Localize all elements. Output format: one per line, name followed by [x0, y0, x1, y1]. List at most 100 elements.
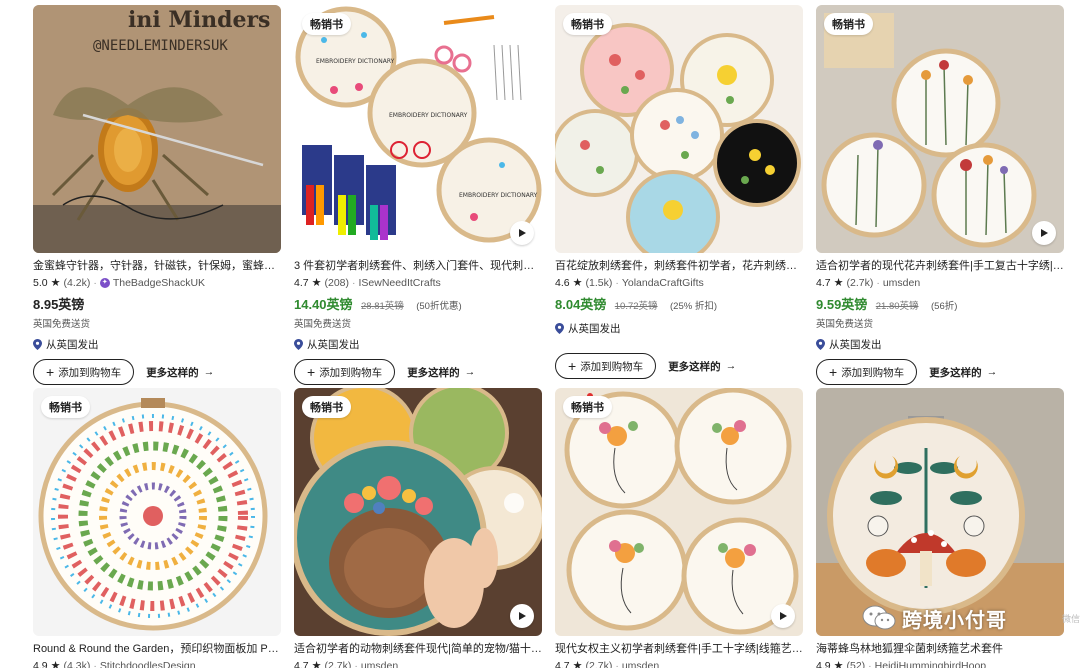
star-icon: ★	[572, 277, 583, 289]
map-pin-icon	[294, 339, 303, 350]
seller-name[interactable]: TheBadgeShackUK	[113, 277, 205, 289]
more-like-this-link[interactable]: 更多这样的 →	[407, 365, 475, 380]
product-price: 8.95英镑	[33, 297, 85, 312]
bestseller-badge: 畅销书	[824, 13, 873, 35]
original-price: 10.72英镑	[614, 301, 658, 312]
discount-label: (56折)	[931, 301, 958, 312]
original-price: 28.81英镑	[361, 301, 404, 312]
product-image[interactable]: 畅销书	[555, 5, 803, 253]
star-seller-icon: ✦	[99, 277, 110, 288]
seller-name[interactable]: umsden	[361, 660, 398, 668]
rating-score: 4.6	[555, 276, 570, 289]
product-title[interactable]: 3 件套初学者刺绣套件、刺绣入门套件、现代刺绣…	[294, 259, 542, 273]
review-count: (2.7k)	[324, 659, 352, 668]
card-actions: + 添加到购物车 更多这样的 →	[294, 359, 542, 385]
discount-label: (50折优惠)	[416, 301, 462, 312]
price-row: 14.40英镑 28.81英镑 (50折优惠)	[294, 294, 542, 314]
star-icon: ★	[311, 660, 322, 668]
plus-icon: +	[568, 358, 577, 374]
play-video-button[interactable]	[1032, 221, 1056, 245]
add-to-cart-button[interactable]: + 添加到购物车	[555, 353, 657, 379]
star-icon: ★	[833, 660, 844, 668]
rating-score: 5.0	[33, 276, 48, 289]
more-like-this-label: 更多这样的	[668, 360, 721, 373]
seller-name[interactable]: umsden	[883, 277, 920, 289]
plus-icon: +	[829, 364, 838, 380]
price-row: 9.59英镑 21.80英镑 (56折)	[816, 294, 1064, 314]
wechat-icon	[862, 605, 896, 630]
seller-name[interactable]: StitchdoodlesDesign	[100, 660, 196, 668]
ships-from-label: 从英国发出	[568, 323, 621, 335]
product-card[interactable]: EMBROIDERY DICTIONARY EMBROIDERY DICTION…	[294, 5, 542, 385]
play-video-button[interactable]	[510, 604, 534, 628]
product-card[interactable]: 畅销书 适合初学者的现代花卉刺绣套件|手工复古十字绣|… 4.7 ★ (2.7k…	[816, 5, 1064, 385]
svg-text:EMBROIDERY DICTIONARY: EMBROIDERY DICTIONARY	[459, 192, 538, 199]
play-video-button[interactable]	[510, 221, 534, 245]
seller-name[interactable]: YolandaCraftGifts	[622, 277, 704, 289]
ships-from-label: 从英国发出	[307, 339, 360, 351]
star-icon: ★	[50, 660, 61, 668]
product-title[interactable]: Round & Round the Garden，预印织物面板加 P…	[33, 642, 281, 656]
arrow-right-icon: →	[464, 366, 476, 378]
rating-score: 4.9	[33, 659, 48, 668]
more-like-this-label: 更多这样的	[407, 366, 460, 379]
product-card[interactable]: ini Minders @NEEDLEMINDERSUK 金蜜蜂守针器，守针器，…	[33, 5, 281, 385]
review-count: (4.3k)	[63, 659, 91, 668]
more-like-this-link[interactable]: 更多这样的 →	[146, 365, 214, 380]
more-like-this-link[interactable]: 更多这样的 →	[668, 359, 736, 374]
rating-score: 4.7	[294, 659, 309, 668]
play-video-button[interactable]	[771, 604, 795, 628]
product-title[interactable]: 海蒂蜂鸟林地狐狸伞菌刺绣箍艺术套件	[816, 642, 1064, 656]
card-actions: + 添加到购物车 更多这样的 →	[33, 359, 281, 385]
separator-dot: ·	[354, 659, 358, 668]
sale-price: 8.04英镑	[555, 297, 607, 312]
product-card[interactable]: 畅销书 适合初学者的动物刺绣套件现代|简单的宠物/猫十… 4.7 ★ (2.7k…	[294, 388, 542, 668]
star-icon: ★	[50, 277, 61, 289]
product-card[interactable]: 畅销书 现代女权主义初学者刺绣套件|手工十字绣|线箍艺… 4.7 ★ (2.7k…	[555, 388, 803, 668]
plus-icon: +	[307, 364, 316, 380]
product-rating: 4.7 ★ (2.7k) · umsden	[555, 659, 803, 668]
add-to-cart-label: 添加到购物车	[580, 360, 644, 373]
arrow-right-icon: →	[986, 366, 998, 378]
product-title[interactable]: 适合初学者的动物刺绣套件现代|简单的宠物/猫十…	[294, 642, 542, 656]
product-card[interactable]: 畅销书 百花绽放刺绣套件，刺绣套件初学者，花卉刺绣套… 4.6 ★ (1.5k)…	[555, 5, 803, 379]
watermark-side-text: 微信	[1061, 614, 1080, 624]
svg-text:@NEEDLEMINDERSUK: @NEEDLEMINDERSUK	[93, 38, 228, 54]
play-icon	[780, 612, 787, 620]
star-icon: ★	[311, 277, 322, 289]
original-price: 21.80英镑	[875, 301, 919, 312]
seller-name[interactable]: ISewNeedItCrafts	[359, 277, 441, 289]
rating-score: 4.7	[555, 659, 570, 668]
product-image[interactable]: 畅销书	[555, 388, 803, 636]
seller-name[interactable]: umsden	[622, 660, 659, 668]
seller-name[interactable]: HeidiHummingbirdHoop	[875, 660, 986, 668]
play-icon	[1041, 229, 1048, 237]
product-title[interactable]: 现代女权主义初学者刺绣套件|手工十字绣|线箍艺…	[555, 642, 803, 656]
more-like-this-link[interactable]: 更多这样的 →	[929, 365, 997, 380]
star-icon: ★	[833, 277, 844, 289]
product-rating: 4.7 ★ (208) · ISewNeedItCrafts	[294, 276, 542, 290]
product-title[interactable]: 金蜜蜂守针器，守针器，针磁铁，针保姆，蜜蜂守…	[33, 259, 281, 273]
map-pin-icon	[555, 323, 564, 334]
review-count: (1.5k)	[585, 276, 613, 289]
add-to-cart-button[interactable]: + 添加到购物车	[816, 359, 918, 385]
product-image[interactable]: EMBROIDERY DICTIONARY EMBROIDERY DICTION…	[294, 5, 542, 253]
add-to-cart-button[interactable]: + 添加到购物车	[294, 359, 396, 385]
watermark: 跨境小付哥	[862, 600, 1080, 636]
product-image[interactable]: 畅销书	[294, 388, 542, 636]
add-to-cart-button[interactable]: + 添加到购物车	[33, 359, 135, 385]
product-image[interactable]	[816, 388, 1064, 636]
product-image[interactable]: ini Minders @NEEDLEMINDERSUK	[33, 5, 281, 253]
bestseller-badge: 畅销书	[302, 396, 351, 418]
ships-from: 从英国发出	[816, 337, 1064, 352]
separator-dot: ·	[352, 276, 356, 289]
product-image[interactable]: 畅销书	[816, 5, 1064, 253]
product-title[interactable]: 百花绽放刺绣套件，刺绣套件初学者，花卉刺绣套…	[555, 259, 803, 273]
ships-from: 从英国发出	[33, 337, 281, 352]
card-actions: + 添加到购物车 更多这样的 →	[816, 359, 1064, 385]
product-card[interactable]: 畅销书 Round & Round the Garden，预印织物面板加 P… …	[33, 388, 281, 668]
product-title[interactable]: 适合初学者的现代花卉刺绣套件|手工复古十字绣|…	[816, 259, 1064, 273]
more-like-this-label: 更多这样的	[146, 366, 199, 379]
bestseller-badge: 畅销书	[41, 396, 90, 418]
product-image[interactable]: 畅销书	[33, 388, 281, 636]
